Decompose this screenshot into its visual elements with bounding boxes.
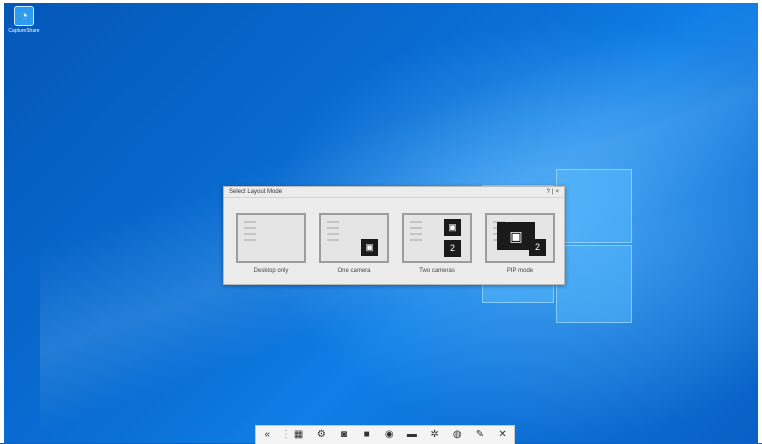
settings-icon[interactable]: ✲: [426, 426, 444, 444]
dialog-close-button[interactable]: ×: [555, 187, 559, 197]
option-label: PIP mode: [506, 268, 534, 274]
desktop-shortcut-label: CaptureShare: [8, 28, 40, 34]
floating-toolbar: « ⋮ ▦ ⚙ ◙ ■ ◉ ▬ ✲ ◍ ✎ ✕: [255, 425, 515, 444]
document-camera-icon: 2: [444, 240, 461, 257]
dialog-titlebar: Select Layout Mode ? | ×: [224, 187, 564, 198]
two-cameras-thumbnail: ▣ 2: [402, 213, 472, 263]
toolbar-separator: ⋮: [280, 429, 291, 440]
option-label: Two cameras: [419, 268, 455, 274]
pip-thumbnail: ▣ 2: [485, 213, 555, 263]
record-icon[interactable]: ■: [358, 426, 376, 444]
layout-mode-dialog: Select Layout Mode ? | × Desktop only ▣ …: [223, 186, 565, 285]
user-icon[interactable]: ◍: [448, 426, 466, 444]
help-button[interactable]: ?: [547, 187, 550, 197]
collapse-button[interactable]: «: [258, 426, 276, 444]
option-label: Desktop only: [253, 268, 289, 274]
desktop-only-thumbnail: [236, 213, 306, 263]
title-divider: |: [551, 189, 554, 195]
pen-icon[interactable]: ✎: [471, 426, 489, 444]
desktop-shortcut[interactable]: ◔ CaptureShare: [6, 6, 42, 34]
dialog-title: Select Layout Mode: [229, 189, 283, 195]
folder-icon[interactable]: ▬: [403, 426, 421, 444]
frame-left: [0, 0, 4, 443]
document-camera-icon: 2: [529, 239, 546, 256]
option-desktop-only[interactable]: Desktop only: [236, 213, 306, 274]
layout-options: Desktop only ▣ One camera ▣ 2 Two camera…: [236, 213, 555, 274]
option-pip-mode[interactable]: ▣ 2 PIP mode: [485, 213, 555, 274]
frame-top: [0, 0, 762, 3]
camera-icon: ▣: [444, 219, 461, 236]
close-icon[interactable]: ✕: [494, 426, 512, 444]
capture-app-icon: ◔: [14, 6, 34, 26]
frame-right: [758, 0, 762, 443]
one-camera-thumbnail: ▣: [319, 213, 389, 263]
layout-icon[interactable]: ▦: [290, 426, 308, 444]
option-two-cameras[interactable]: ▣ 2 Two cameras: [402, 213, 472, 274]
camera-settings-icon[interactable]: ⚙: [312, 426, 330, 444]
snapshot-icon[interactable]: ◙: [335, 426, 353, 444]
camera-icon: ▣: [361, 239, 378, 256]
option-one-camera[interactable]: ▣ One camera: [319, 213, 389, 274]
broadcast-icon[interactable]: ◉: [380, 426, 398, 444]
option-label: One camera: [337, 268, 371, 274]
